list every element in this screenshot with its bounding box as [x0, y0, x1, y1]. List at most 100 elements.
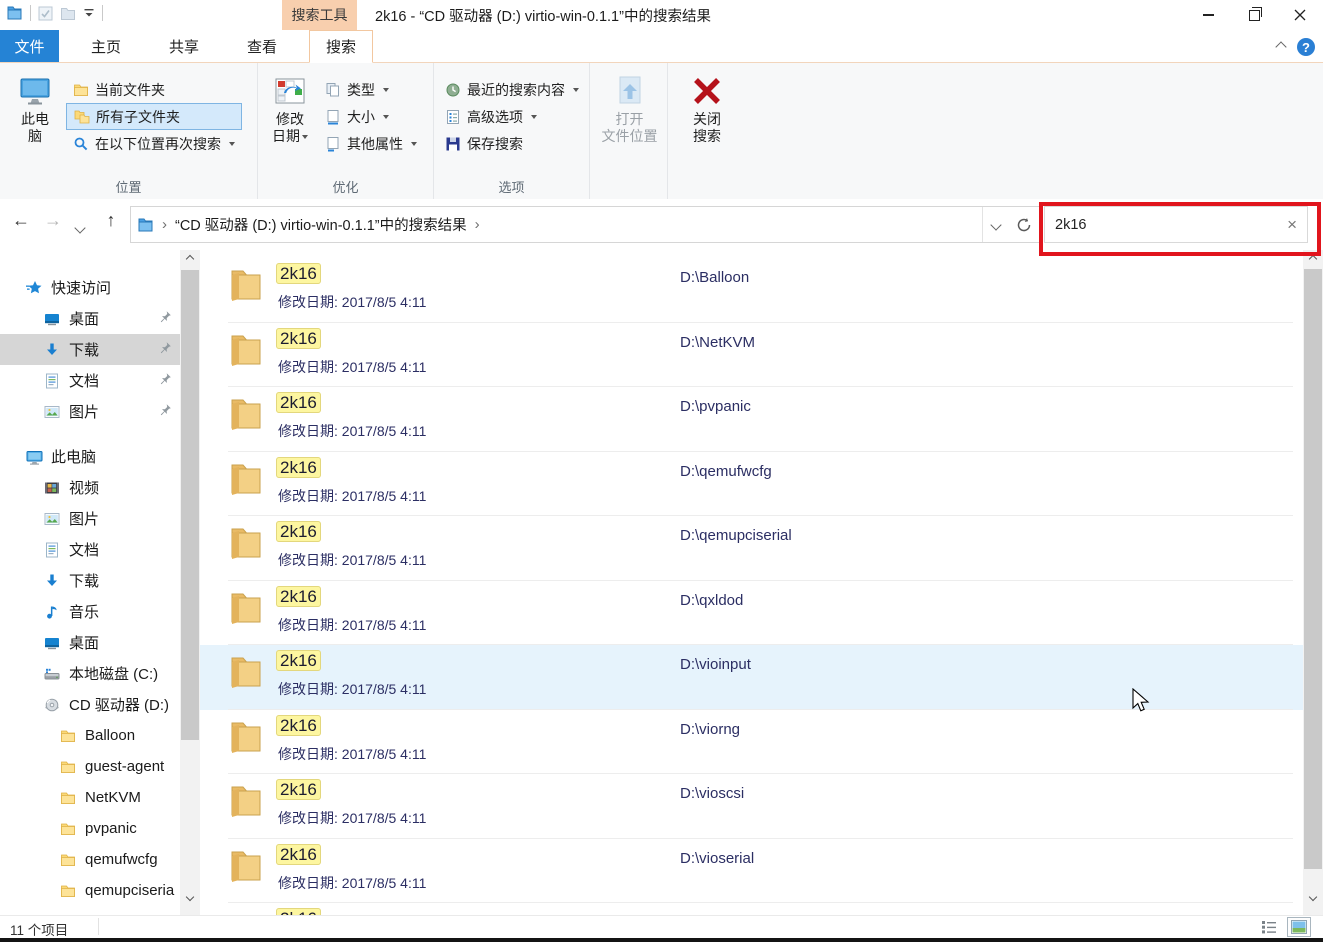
kind-button[interactable]: 类型 — [318, 76, 424, 103]
forward-button[interactable]: → — [40, 210, 66, 231]
breadcrumb-root[interactable] — [131, 217, 160, 233]
sidebar-item-documents-pinned[interactable]: 文档 — [0, 365, 180, 396]
scroll-up-button[interactable] — [1303, 250, 1323, 268]
advanced-options-icon — [445, 109, 461, 125]
folder-icon — [230, 782, 262, 818]
sidebar-item-local-disk-c[interactable]: 本地磁盘 (C:) — [0, 658, 180, 689]
sidebar-item-pictures[interactable]: 图片 — [0, 503, 180, 534]
refresh-icon — [1016, 217, 1032, 233]
refresh-button[interactable] — [1009, 206, 1040, 243]
up-button[interactable]: ↑ — [98, 210, 124, 231]
file-row-partial[interactable]: 2k16 — [200, 903, 1303, 915]
restore-button[interactable] — [1231, 0, 1277, 30]
file-row-qemupciserial[interactable]: 2k16修改日期: 2017/8/5 4:11D:\qemupciserial — [200, 516, 1303, 581]
details-view-button[interactable] — [1257, 917, 1281, 937]
file-row-vioserial[interactable]: 2k16修改日期: 2017/8/5 4:11D:\vioserial — [200, 839, 1303, 904]
sidebar-item-folder-pvpanic[interactable]: pvpanic — [0, 813, 180, 844]
sidebar-item-desktop-pinned[interactable]: 桌面 — [0, 303, 180, 334]
size-icon — [325, 109, 341, 125]
sidebar-item-folder-qemufwcfg[interactable]: qemufwcfg — [0, 844, 180, 875]
clear-search-icon[interactable]: × — [1287, 215, 1297, 235]
main-scrollbar[interactable] — [1303, 250, 1323, 915]
other-properties-label: 其他属性 — [347, 134, 403, 154]
file-row-vioinput[interactable]: 2k16修改日期: 2017/8/5 4:11D:\vioinput — [200, 645, 1303, 710]
address-dropdown-button[interactable] — [982, 207, 1009, 242]
file-row-balloon[interactable]: 2k16修改日期: 2017/8/5 4:11D:\Balloon — [200, 258, 1303, 323]
file-name: 2k16 — [276, 587, 321, 607]
sidebar-item-this-pc[interactable]: 此电脑 — [0, 441, 180, 472]
explorer-icon[interactable] — [6, 5, 23, 21]
sidebar-item-music[interactable]: 音乐 — [0, 596, 180, 627]
back-button[interactable]: ← — [8, 210, 34, 231]
file-row-netkvm[interactable]: 2k16修改日期: 2017/8/5 4:11D:\NetKVM — [200, 323, 1303, 388]
date-modified-button[interactable]: 修改 日期 — [262, 67, 318, 179]
sidebar-item-desktop[interactable]: 桌面 — [0, 627, 180, 658]
file-row-qxldod[interactable]: 2k16修改日期: 2017/8/5 4:11D:\qxldod — [200, 581, 1303, 646]
recent-searches-icon — [445, 82, 461, 98]
save-search-button[interactable]: 保存搜索 — [438, 130, 586, 157]
tab-view[interactable]: 查看 — [231, 30, 293, 62]
advanced-options-button[interactable]: 高级选项 — [438, 103, 586, 130]
folder-icon — [60, 883, 76, 899]
this-pc-button[interactable]: 此电 脑 — [4, 67, 66, 179]
collapse-ribbon-button[interactable] — [1277, 38, 1285, 56]
sidebar-item-quick-access[interactable]: 快速访问 — [0, 272, 180, 303]
scroll-down-button[interactable] — [1303, 888, 1323, 906]
recent-searches-button[interactable]: 最近的搜索内容 — [438, 76, 586, 103]
sidebar-item-pictures-pinned[interactable]: 图片 — [0, 396, 180, 427]
file-row-qemufwcfg[interactable]: 2k16修改日期: 2017/8/5 4:11D:\qemufwcfg — [200, 452, 1303, 517]
file-row-viorng[interactable]: 2k16修改日期: 2017/8/5 4:11D:\viorng — [200, 710, 1303, 775]
scrollbar-thumb[interactable] — [181, 270, 199, 740]
search-input[interactable]: 2k16 × — [1044, 206, 1308, 243]
sidebar-item-folder-qemupciserial[interactable]: qemupciseria — [0, 875, 180, 906]
content-view-button[interactable] — [1287, 917, 1311, 937]
customize-qat-icon[interactable] — [83, 7, 95, 19]
other-properties-button[interactable]: 其他属性 — [318, 130, 424, 157]
minimize-icon — [1203, 14, 1214, 16]
open-file-location-button[interactable]: 打开 文件位置 — [599, 67, 661, 179]
dropdown-arrow-icon — [573, 88, 579, 92]
sidebar-scrollbar[interactable] — [180, 250, 200, 915]
search-term-highlight: 2k16 — [276, 715, 321, 736]
open-file-location-label: 文件位置 — [602, 128, 658, 145]
ribbon-group-options: 最近的搜索内容 高级选项 保存搜索 选项 — [434, 63, 590, 199]
tab-search[interactable]: 搜索 — [309, 30, 373, 63]
file-row-vioscsi[interactable]: 2k16修改日期: 2017/8/5 4:11D:\vioscsi — [200, 774, 1303, 839]
group-label-location: 位置 — [0, 177, 257, 196]
sidebar-item-folder-partial[interactable] — [0, 906, 180, 915]
tab-file[interactable]: 文件 — [0, 30, 59, 62]
sidebar-item-videos[interactable]: 视频 — [0, 472, 180, 503]
recent-locations-button[interactable] — [76, 219, 84, 237]
help-icon[interactable] — [1297, 38, 1315, 56]
search-term-highlight: 2k16 — [276, 328, 321, 349]
file-row-pvpanic[interactable]: 2k16修改日期: 2017/8/5 4:11D:\pvpanic — [200, 387, 1303, 452]
sidebar-item-folder-balloon[interactable]: Balloon — [0, 720, 180, 751]
close-button[interactable] — [1277, 0, 1323, 30]
all-subfolders-button[interactable]: 所有子文件夹 — [66, 103, 242, 130]
minimize-button[interactable] — [1185, 0, 1231, 30]
sidebar-item-documents[interactable]: 文档 — [0, 534, 180, 565]
size-button[interactable]: 大小 — [318, 103, 424, 130]
sidebar-item-cd-drive-d[interactable]: CD 驱动器 (D:) — [0, 689, 180, 720]
scroll-down-button[interactable] — [180, 888, 200, 906]
tab-share[interactable]: 共享 — [153, 30, 215, 62]
kind-icon — [325, 82, 341, 98]
sidebar-item-folder-netkvm[interactable]: NetKVM — [0, 782, 180, 813]
properties-icon[interactable] — [38, 6, 53, 21]
search-again-in-button[interactable]: 在以下位置再次搜索 — [66, 130, 242, 157]
scrollbar-thumb[interactable] — [1304, 269, 1322, 869]
sidebar-item-label: 下载 — [69, 339, 99, 360]
scroll-up-button[interactable] — [180, 250, 200, 268]
sidebar-item-downloads[interactable]: 下载 — [0, 565, 180, 596]
tab-home[interactable]: 主页 — [75, 30, 137, 62]
new-folder-icon[interactable] — [60, 6, 76, 21]
breadcrumb[interactable]: › “CD 驱动器 (D:) virtio-win-0.1.1”中的搜索结果 › — [130, 206, 1010, 243]
sidebar-item-downloads-pinned[interactable]: 下载 — [0, 334, 180, 365]
window-controls — [1185, 0, 1323, 30]
this-pc-label: 此电 — [21, 111, 49, 128]
current-folder-button[interactable]: 当前文件夹 — [66, 76, 242, 103]
close-search-button[interactable]: 关闭 搜索 — [676, 67, 738, 179]
sidebar-item-label: 此电脑 — [51, 446, 96, 467]
breadcrumb-segment[interactable]: “CD 驱动器 (D:) virtio-win-0.1.1”中的搜索结果 — [169, 214, 473, 235]
sidebar-item-folder-guest-agent[interactable]: guest-agent — [0, 751, 180, 782]
